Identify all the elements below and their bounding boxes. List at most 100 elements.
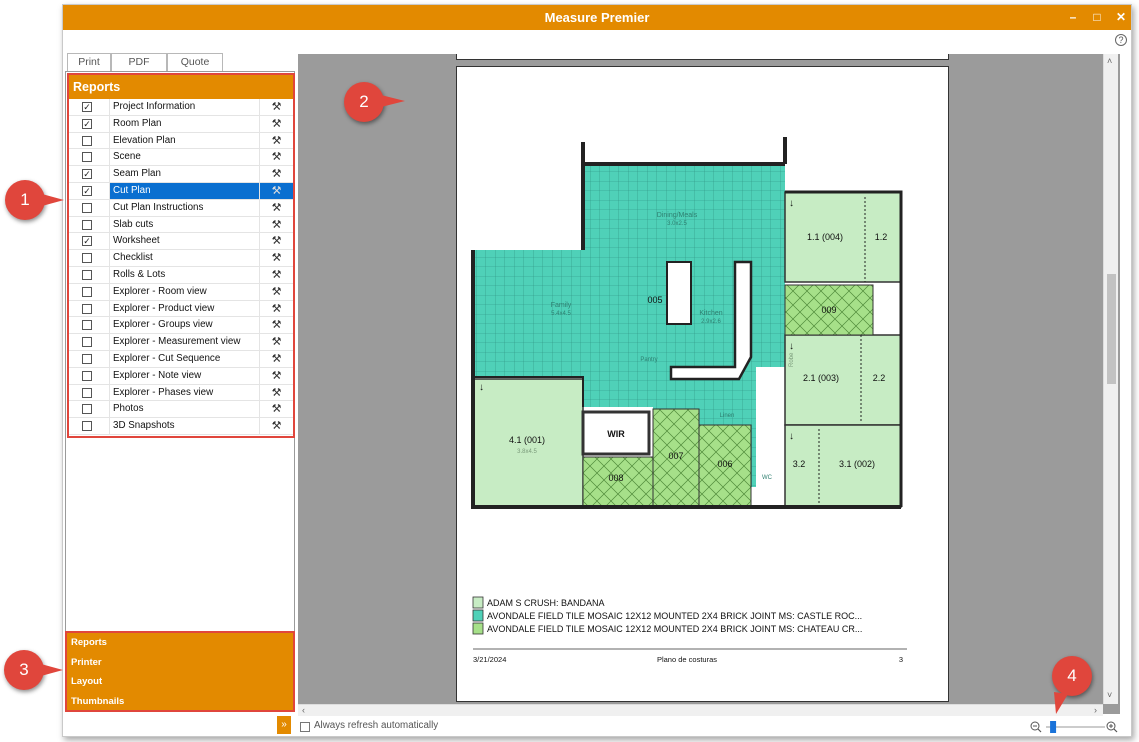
report-row[interactable]: Checklist ⚒ <box>69 250 293 267</box>
report-row[interactable]: Photos ⚒ <box>69 401 293 419</box>
settings-tools-icon[interactable]: ⚒ <box>259 149 293 166</box>
zoom-slider[interactable] <box>1050 721 1057 733</box>
settings-tools-icon[interactable]: ⚒ <box>259 166 293 183</box>
auto-refresh-checkbox[interactable] <box>300 722 310 732</box>
report-row[interactable]: Explorer - Measurement view ⚒ <box>69 334 293 351</box>
report-checkbox[interactable]: ✓ <box>82 169 92 180</box>
report-label[interactable]: Photos <box>109 401 259 418</box>
settings-tools-icon[interactable]: ⚒ <box>259 233 293 250</box>
report-checkbox[interactable]: ✓ <box>82 102 92 112</box>
scroll-left-icon[interactable]: ‹ <box>302 705 305 715</box>
settings-tools-icon[interactable]: ⚒ <box>259 283 293 300</box>
report-checkbox[interactable] <box>82 404 92 415</box>
nav-printer[interactable]: Printer <box>67 653 293 673</box>
close-icon[interactable]: ✕ <box>1111 8 1131 26</box>
scroll-down-icon[interactable]: ˅ <box>1107 690 1112 700</box>
settings-tools-icon[interactable]: ⚒ <box>259 199 293 216</box>
report-checkbox[interactable] <box>82 219 92 230</box>
report-row[interactable]: Explorer - Product view ⚒ <box>69 300 293 318</box>
report-row[interactable]: Explorer - Phases view ⚒ <box>69 384 293 402</box>
settings-tools-icon[interactable]: ⚒ <box>259 266 293 283</box>
report-label[interactable]: Seam Plan <box>109 166 259 183</box>
report-label[interactable]: Explorer - Measurement view <box>109 334 259 351</box>
report-row[interactable]: Explorer - Room view ⚒ <box>69 283 293 301</box>
settings-tools-icon[interactable]: ⚒ <box>259 216 293 233</box>
tab-quote[interactable]: Quote <box>167 53 223 71</box>
report-row[interactable]: Rolls & Lots ⚒ <box>69 266 293 284</box>
tab-print[interactable]: Print <box>67 53 111 71</box>
report-checkbox[interactable] <box>82 387 92 398</box>
settings-tools-icon[interactable]: ⚒ <box>259 300 293 317</box>
report-row[interactable]: ✓ Cut Plan ⚒ <box>69 182 293 200</box>
nav-layout[interactable]: Layout <box>67 672 293 692</box>
nav-thumbnails[interactable]: Thumbnails <box>67 692 293 712</box>
report-label[interactable]: Project Information <box>109 99 259 115</box>
report-row[interactable]: ✓ Seam Plan ⚒ <box>69 166 293 183</box>
settings-tools-icon[interactable]: ⚒ <box>259 182 293 199</box>
report-label[interactable]: Explorer - Cut Sequence <box>109 350 259 367</box>
report-checkbox[interactable] <box>82 320 92 331</box>
report-checkbox[interactable] <box>82 269 92 280</box>
report-checkbox[interactable] <box>82 202 92 213</box>
report-checkbox[interactable] <box>82 421 92 432</box>
settings-tools-icon[interactable]: ⚒ <box>259 132 293 149</box>
report-row[interactable]: Elevation Plan ⚒ <box>69 132 293 150</box>
vertical-scrollbar[interactable]: ˄ ˅ <box>1103 54 1118 704</box>
horizontal-scrollbar[interactable]: ‹ › <box>298 704 1103 716</box>
report-checkbox[interactable] <box>82 286 92 297</box>
report-label[interactable]: Explorer - Room view <box>109 283 259 300</box>
settings-tools-icon[interactable]: ⚒ <box>259 350 293 367</box>
report-label[interactable]: Scene <box>109 149 259 166</box>
report-row[interactable]: Cut Plan Instructions ⚒ <box>69 199 293 217</box>
report-checkbox[interactable] <box>82 135 92 146</box>
settings-tools-icon[interactable]: ⚒ <box>259 401 293 418</box>
settings-tools-icon[interactable]: ⚒ <box>259 418 293 435</box>
settings-tools-icon[interactable]: ⚒ <box>259 334 293 351</box>
report-label[interactable]: Slab cuts <box>109 216 259 233</box>
nav-reports[interactable]: Reports <box>67 633 293 653</box>
report-row[interactable]: Explorer - Cut Sequence ⚒ <box>69 350 293 368</box>
report-label[interactable]: Cut Plan Instructions <box>109 199 259 216</box>
report-row[interactable]: Explorer - Note view ⚒ <box>69 367 293 385</box>
zoom-out-icon[interactable] <box>1030 721 1042 733</box>
report-checkbox[interactable] <box>82 303 92 314</box>
report-label[interactable]: Cut Plan <box>109 182 259 199</box>
report-row[interactable]: 3D Snapshots ⚒ <box>69 418 293 435</box>
report-label[interactable]: Rolls & Lots <box>109 266 259 283</box>
settings-tools-icon[interactable]: ⚒ <box>259 384 293 401</box>
report-row[interactable]: Explorer - Groups view ⚒ <box>69 317 293 335</box>
report-label[interactable]: Elevation Plan <box>109 132 259 149</box>
report-checkbox[interactable] <box>82 370 92 381</box>
report-checkbox[interactable] <box>82 152 92 163</box>
collapse-panel-button[interactable]: » <box>277 716 291 734</box>
help-icon[interactable]: ? <box>1115 34 1127 46</box>
report-row[interactable]: ✓ Project Information ⚒ <box>69 99 293 116</box>
settings-tools-icon[interactable]: ⚒ <box>259 99 293 115</box>
report-row[interactable]: Scene ⚒ <box>69 149 293 167</box>
report-row[interactable]: ✓ Worksheet ⚒ <box>69 233 293 251</box>
report-label[interactable]: Explorer - Phases view <box>109 384 259 401</box>
report-label[interactable]: Worksheet <box>109 233 259 250</box>
settings-tools-icon[interactable]: ⚒ <box>259 250 293 267</box>
scroll-right-icon[interactable]: › <box>1094 705 1097 715</box>
report-label[interactable]: Explorer - Product view <box>109 300 259 317</box>
minimize-icon[interactable]: – <box>1063 8 1083 26</box>
scroll-thumb[interactable] <box>1107 274 1116 384</box>
report-checkbox[interactable]: ✓ <box>82 118 92 129</box>
report-checkbox[interactable] <box>82 337 92 348</box>
report-checkbox[interactable]: ✓ <box>82 236 92 247</box>
report-checkbox[interactable] <box>82 353 92 364</box>
settings-tools-icon[interactable]: ⚒ <box>259 367 293 384</box>
tab-pdf[interactable]: PDF <box>111 53 167 71</box>
maximize-icon[interactable]: □ <box>1087 8 1107 26</box>
report-label[interactable]: Explorer - Groups view <box>109 317 259 334</box>
scroll-up-icon[interactable]: ˄ <box>1107 56 1112 66</box>
report-label[interactable]: Room Plan <box>109 115 259 132</box>
report-label[interactable]: Explorer - Note view <box>109 367 259 384</box>
report-label[interactable]: 3D Snapshots <box>109 418 259 435</box>
report-checkbox[interactable] <box>82 253 92 264</box>
settings-tools-icon[interactable]: ⚒ <box>259 317 293 334</box>
report-row[interactable]: Slab cuts ⚒ <box>69 216 293 234</box>
settings-tools-icon[interactable]: ⚒ <box>259 115 293 132</box>
report-checkbox[interactable]: ✓ <box>82 185 92 196</box>
